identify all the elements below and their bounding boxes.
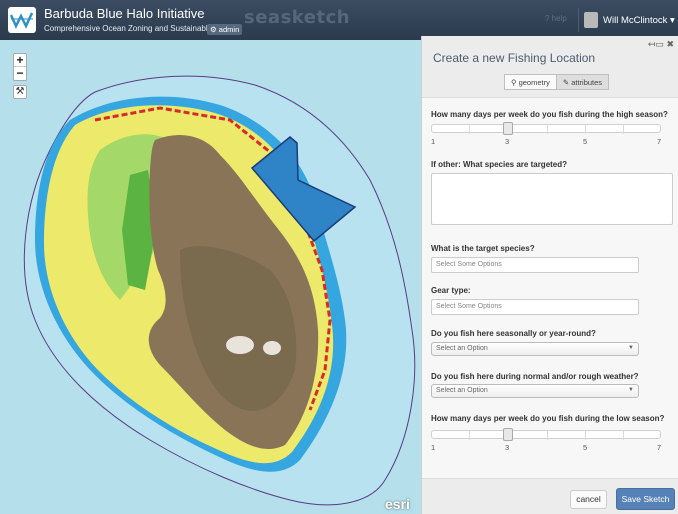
panel-controls: ↤▭ ✖ [648,39,674,50]
salt-pond [226,336,254,354]
weather-select-value: Select an Option [436,387,488,394]
low-season-slider[interactable]: 1 3 5 7 [431,428,662,454]
zoom-control: + − [13,53,27,81]
user-menu[interactable]: Will McClintock ▾ [603,15,675,26]
question-seasonal: Do you fish here seasonally or year-roun… [431,329,596,338]
high-season-slider[interactable]: 1 3 5 7 [431,122,662,148]
other-species-textarea[interactable] [431,173,673,225]
slider-label: 1 [431,443,436,452]
map-canvas[interactable]: + − ⚒ esri [0,40,421,514]
tools-icon[interactable]: ⚒ [13,85,27,99]
weather-select[interactable]: Select an Option ▼ [431,384,639,398]
app-header: Barbuda Blue Halo Initiative Comprehensi… [0,0,678,40]
seasketch-logo: seasketch [244,7,351,28]
slider-tick [547,431,548,440]
seasonal-select-value: Select an Option [436,345,488,352]
question-gear-type: Gear type: [431,286,471,295]
slider-tick [469,125,470,134]
slider-handle[interactable] [503,122,513,135]
question-target-species: What is the target species? [431,244,535,253]
tab-geometry[interactable]: ⚲ geometry [504,74,557,90]
salt-pond [263,341,281,355]
slider-handle[interactable] [503,428,513,441]
slider-tick [585,125,586,134]
admin-badge[interactable]: ⚙ admin [207,24,243,35]
island-map [23,75,416,506]
slider-label: 3 [505,137,510,146]
chevron-down-icon: ▼ [628,387,634,393]
slider-tick [469,431,470,440]
slider-label: 5 [583,443,588,452]
zoom-out-button[interactable]: − [14,67,26,80]
target-species-multiselect[interactable]: Select Some Options [431,257,639,273]
slider-track[interactable] [431,124,661,134]
project-title[interactable]: Barbuda Blue Halo Initiative [44,6,204,21]
panel-header: Create a new Fishing Location ↤▭ ✖ ⚲ geo… [422,36,678,98]
cancel-button[interactable]: cancel [570,490,607,509]
tab-attributes[interactable]: ✎ attributes [556,74,610,90]
slider-tick [623,125,624,134]
slider-label: 7 [657,443,662,452]
divider [578,8,579,32]
save-sketch-button[interactable]: Save Sketch [616,488,675,510]
slider-tick [585,431,586,440]
seasonal-select[interactable]: Select an Option ▼ [431,342,639,356]
gear-type-multiselect[interactable]: Select Some Options [431,299,639,315]
slider-tick [547,125,548,134]
sketch-panel: Create a new Fishing Location ↤▭ ✖ ⚲ geo… [421,36,678,514]
slider-label: 5 [583,137,588,146]
panel-title: Create a new Fishing Location [433,51,596,65]
slider-label: 3 [505,443,510,452]
app-logo[interactable] [8,7,36,33]
question-weather: Do you fish here during normal and/or ro… [431,372,639,381]
question-low-season-days: How many days per week do you fish durin… [431,414,665,423]
tab-bar: ⚲ geometry ✎ attributes [504,74,610,90]
slider-label: 7 [657,137,662,146]
avatar[interactable] [584,12,598,28]
close-icon[interactable]: ✖ [666,39,674,49]
slider-label: 1 [431,137,436,146]
question-other-species: If other: What species are targeted? [431,160,568,169]
question-high-season-days: How many days per week do you fish durin… [431,110,668,119]
slider-track[interactable] [431,430,661,440]
esri-attribution: esri [385,496,410,512]
help-link[interactable]: ? help [545,14,567,23]
chevron-down-icon: ▼ [628,345,634,351]
slider-tick [623,431,624,440]
panel-footer: cancel Save Sketch [422,478,678,514]
undock-icon[interactable]: ↤▭ [648,39,664,49]
